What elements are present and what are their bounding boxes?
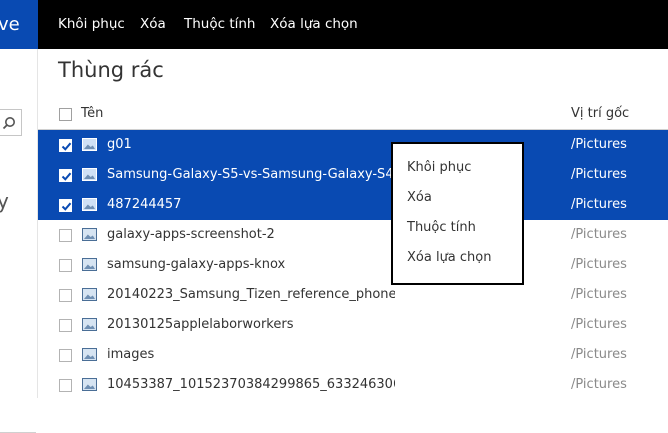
delete-command[interactable]: Xóa [140, 0, 166, 49]
original-location: /Pictures [571, 317, 627, 332]
row-checkbox[interactable] [59, 319, 72, 332]
image-file-icon [82, 138, 97, 151]
image-file-icon [82, 198, 97, 211]
menu-item-properties[interactable]: Thuộc tính [407, 220, 476, 235]
column-header-location[interactable]: Vị trí gốc [571, 106, 629, 121]
file-name[interactable]: 20130125applelaborworkers [107, 317, 294, 332]
menu-item-delete[interactable]: Xóa [407, 190, 432, 205]
file-name[interactable]: 20140223_Samsung_Tizen_reference_phone_0… [107, 287, 395, 302]
file-name[interactable]: g01 [107, 137, 132, 152]
table-row[interactable]: g01/Pictures [38, 130, 668, 160]
restore-command[interactable]: Khôi phục [58, 0, 125, 49]
original-location: /Pictures [571, 287, 627, 302]
page-title: Thùng rác [58, 58, 164, 82]
table-row[interactable]: galaxy-apps-screenshot-2/Pictures [38, 220, 668, 250]
row-checkbox[interactable] [59, 289, 72, 302]
table-row[interactable]: samsung-galaxy-apps-knox/Pictures [38, 250, 668, 280]
file-name[interactable]: images [107, 347, 154, 362]
properties-command[interactable]: Thuộc tính [184, 0, 256, 49]
checkmark-icon [61, 172, 72, 181]
checkmark-icon [61, 142, 72, 151]
file-name[interactable]: samsung-galaxy-apps-knox [107, 257, 285, 272]
search-icon [2, 117, 15, 130]
context-menu: Khôi phục Xóa Thuộc tính Xóa lựa chọn [391, 142, 524, 285]
image-file-icon [82, 378, 97, 391]
original-location: /Pictures [571, 167, 627, 182]
row-checkbox[interactable] [59, 349, 72, 362]
app-brand[interactable]: ve [0, 0, 38, 49]
original-location: /Pictures [571, 377, 627, 392]
file-name[interactable]: 10453387_10152370384299865_6332463067181… [107, 377, 395, 392]
table-row[interactable]: 20140223_Samsung_Tizen_reference_phone_0… [38, 280, 668, 310]
clear-selection-command[interactable]: Xóa lựa chọn [270, 0, 358, 49]
original-location: /Pictures [571, 347, 627, 362]
table-row[interactable]: images/Pictures [38, 340, 668, 370]
table-row[interactable]: Samsung-Galaxy-S5-vs-Samsung-Galaxy-S4-0… [38, 160, 668, 190]
select-all-checkbox[interactable] [59, 108, 72, 121]
original-location: /Pictures [571, 257, 627, 272]
file-name[interactable]: Samsung-Galaxy-S5-vs-Samsung-Galaxy-S4-0 [107, 167, 395, 182]
menu-item-clear-selection[interactable]: Xóa lựa chọn [407, 250, 492, 265]
table-row[interactable]: 487244457/Pictures [38, 190, 668, 220]
row-checkbox[interactable] [59, 199, 72, 212]
row-checkbox[interactable] [59, 229, 72, 242]
checkmark-icon [61, 202, 72, 211]
image-file-icon [82, 258, 97, 271]
brand-text: ve [0, 14, 20, 35]
left-navigation-pane: y [0, 49, 38, 433]
image-file-icon [82, 228, 97, 241]
original-location: /Pictures [571, 227, 627, 242]
nav-text-fragment: y [0, 189, 9, 213]
table-header: Tên Vị trí gốc [38, 100, 668, 130]
original-location: /Pictures [571, 197, 627, 212]
row-checkbox[interactable] [59, 259, 72, 272]
row-checkbox[interactable] [59, 139, 72, 152]
menu-item-restore[interactable]: Khôi phục [407, 160, 471, 175]
column-header-name[interactable]: Tên [81, 106, 103, 121]
row-checkbox[interactable] [59, 379, 72, 392]
table-row[interactable]: 20130125applelaborworkers/Pictures [38, 310, 668, 340]
image-file-icon [82, 348, 97, 361]
file-name[interactable]: galaxy-apps-screenshot-2 [107, 227, 275, 242]
row-checkbox[interactable] [59, 169, 72, 182]
image-file-icon [82, 288, 97, 301]
image-file-icon [82, 168, 97, 181]
original-location: /Pictures [571, 137, 627, 152]
table-row[interactable]: 10453387_10152370384299865_6332463067181… [38, 370, 668, 400]
file-name[interactable]: 487244457 [107, 197, 181, 212]
top-command-bar: ve Khôi phục Xóa Thuộc tính Xóa lựa chọn [0, 0, 668, 49]
image-file-icon [82, 318, 97, 331]
search-button[interactable] [0, 109, 22, 136]
